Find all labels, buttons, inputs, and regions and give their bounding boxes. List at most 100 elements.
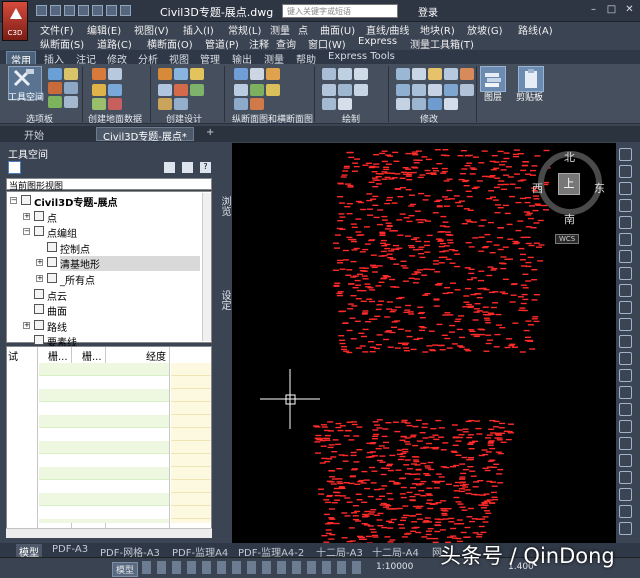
tree-expander[interactable]: − xyxy=(23,228,30,236)
toolspace-options-icon[interactable] xyxy=(164,162,175,173)
ribbon-small-icon[interactable] xyxy=(108,68,122,80)
menu-surface[interactable]: 曲面(U) xyxy=(320,22,355,37)
save-icon[interactable] xyxy=(64,5,75,16)
tree-root-drawing[interactable]: Civil3D专题-展点 xyxy=(34,194,118,209)
menu-general[interactable]: 常规(L) xyxy=(228,22,261,37)
menu-inquiry[interactable]: 查询 xyxy=(276,36,296,51)
fillet-tool-icon[interactable] xyxy=(428,84,442,96)
undo-icon[interactable] xyxy=(106,5,117,16)
nav-tool-icon[interactable] xyxy=(619,148,632,161)
draw-tool-icon[interactable] xyxy=(338,98,352,110)
grid-header-4[interactable]: 经度 xyxy=(146,348,166,363)
polyline-tool-icon[interactable] xyxy=(338,68,352,80)
menu-pipes[interactable]: 管道(P) xyxy=(205,36,239,51)
nav-tool-icon[interactable] xyxy=(619,318,632,331)
ribbon-small-icon[interactable] xyxy=(64,68,78,80)
login-button[interactable]: 登录 xyxy=(418,4,438,19)
array-tool-icon[interactable] xyxy=(428,98,442,110)
erase-tool-icon[interactable] xyxy=(460,68,474,80)
clipboard-button[interactable] xyxy=(518,66,544,92)
tree-expander[interactable]: − xyxy=(10,197,17,204)
nav-tool-icon[interactable] xyxy=(619,165,632,178)
tree-item-point-clouds[interactable]: 点云 xyxy=(47,288,67,303)
grid-header-3[interactable]: 栅... xyxy=(82,348,102,363)
drawing-canvas[interactable]: 上 北 南 东 西 WCS xyxy=(232,143,616,543)
tree-item-clearing-terrain[interactable]: 清基地形 xyxy=(60,256,200,272)
nav-tool-icon[interactable] xyxy=(619,233,632,246)
scale-tool-icon[interactable] xyxy=(412,98,426,110)
ribbon-small-icon[interactable] xyxy=(48,82,62,94)
ribbon-small-icon[interactable] xyxy=(158,84,172,96)
new-file-icon[interactable] xyxy=(36,5,47,16)
ribbon-small-icon[interactable] xyxy=(108,84,122,96)
nav-tool-icon[interactable] xyxy=(619,488,632,501)
nav-tool-icon[interactable] xyxy=(619,182,632,195)
nav-tool-icon[interactable] xyxy=(619,369,632,382)
modify-tool-icon[interactable] xyxy=(444,84,458,96)
ribbon-small-icon[interactable] xyxy=(190,68,204,80)
toolspace-settings-icon[interactable] xyxy=(182,162,193,173)
nav-tool-icon[interactable] xyxy=(619,216,632,229)
nav-tool-icon[interactable] xyxy=(619,199,632,212)
menu-points[interactable]: 点 xyxy=(298,22,308,37)
maximize-button[interactable]: □ xyxy=(603,2,620,17)
tree-expander[interactable]: + xyxy=(23,321,30,329)
menu-express[interactable]: Express xyxy=(358,36,397,47)
ribbon-small-icon[interactable] xyxy=(250,84,264,96)
menu-grading[interactable]: 放坡(G) xyxy=(467,22,503,37)
open-file-icon[interactable] xyxy=(50,5,61,16)
wcs-menu[interactable]: WCS xyxy=(555,234,580,244)
panel-label-create-design[interactable]: 创建设计 xyxy=(166,112,202,125)
redo-icon[interactable] xyxy=(120,5,131,16)
tab-start[interactable]: 开始 xyxy=(18,127,50,142)
draw-tool-icon[interactable] xyxy=(322,98,336,110)
panel-label-modify[interactable]: 修改 xyxy=(420,112,438,125)
ribbon-small-icon[interactable] xyxy=(250,98,264,110)
app-logo-button[interactable]: C3D xyxy=(2,1,28,41)
menu-corridor[interactable]: 道路(C) xyxy=(97,36,132,51)
grid-hscrollbar[interactable] xyxy=(6,528,212,538)
layers-button[interactable] xyxy=(480,66,506,92)
ribbon-small-icon[interactable] xyxy=(92,84,106,96)
circle-tool-icon[interactable] xyxy=(322,84,336,96)
stretch-tool-icon[interactable] xyxy=(396,98,410,110)
nav-tool-icon[interactable] xyxy=(619,420,632,433)
nav-tool-icon[interactable] xyxy=(619,250,632,263)
tree-item-all-points[interactable]: _所有点 xyxy=(60,272,95,287)
view-select[interactable]: 当前图形视图 xyxy=(6,178,212,192)
nav-tool-icon[interactable] xyxy=(619,437,632,450)
prospector-icon[interactable] xyxy=(8,161,21,174)
arc-tool-icon[interactable] xyxy=(354,68,368,80)
copy-tool-icon[interactable] xyxy=(396,84,410,96)
menu-parcel[interactable]: 地块(R) xyxy=(420,22,455,37)
grid-header-1[interactable]: 试 xyxy=(8,348,18,363)
status-toggle-icons[interactable] xyxy=(142,561,362,574)
rectangle-tool-icon[interactable] xyxy=(338,84,352,96)
move-tool-icon[interactable] xyxy=(396,68,410,80)
menu-view[interactable]: 视图(V) xyxy=(134,22,169,37)
nav-tool-icon[interactable] xyxy=(619,352,632,365)
viewcube-top-face[interactable]: 上 xyxy=(558,173,580,195)
add-tab-button[interactable]: + xyxy=(200,127,220,141)
menu-survey[interactable]: 测量 xyxy=(270,22,290,37)
tree-item-alignments[interactable]: 路线 xyxy=(47,319,67,334)
ribbon-small-icon[interactable] xyxy=(174,98,188,110)
compass-west[interactable]: 西 xyxy=(532,180,543,196)
layout-tab-pdf-a3[interactable]: PDF-A3 xyxy=(52,544,88,555)
help-icon[interactable]: ? xyxy=(200,162,211,173)
side-tab-settings[interactable]: 设定 xyxy=(217,290,232,310)
tree-item-points[interactable]: 点 xyxy=(47,210,57,225)
menu-section[interactable]: 横断面(O) xyxy=(147,36,193,51)
compass-south[interactable]: 南 xyxy=(564,211,575,227)
trim-tool-icon[interactable] xyxy=(428,68,442,80)
compass-east[interactable]: 东 xyxy=(594,180,605,196)
ribbon-small-icon[interactable] xyxy=(190,84,204,96)
nav-tool-icon[interactable] xyxy=(619,505,632,518)
ribbon-small-icon[interactable] xyxy=(64,82,78,94)
line-tool-icon[interactable] xyxy=(322,68,336,80)
tree-item-surfaces[interactable]: 曲面 xyxy=(47,303,67,318)
model-space-toggle[interactable]: 模型 xyxy=(112,562,139,577)
ribbon-small-icon[interactable] xyxy=(266,68,280,80)
modify-tool-icon[interactable] xyxy=(460,84,474,96)
save-as-icon[interactable] xyxy=(78,5,89,16)
